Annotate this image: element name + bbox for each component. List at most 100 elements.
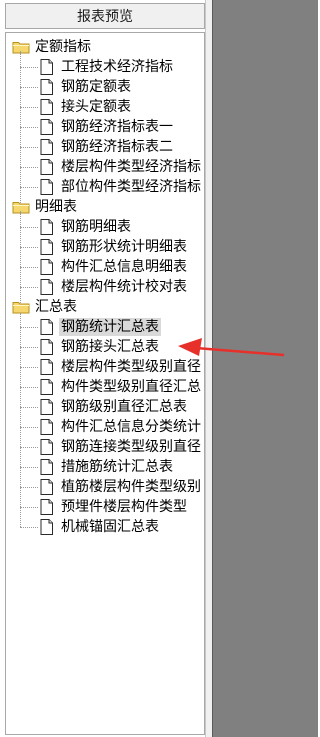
- tree-connector: [20, 447, 38, 448]
- tree-connector: [20, 487, 38, 488]
- tree-item[interactable]: 钢筋统计汇总表: [40, 317, 161, 337]
- document-icon: [40, 359, 53, 375]
- document-icon: [40, 499, 53, 515]
- tree-item-label: 构件类型级别直径汇总: [61, 379, 201, 395]
- tree-item[interactable]: 构件类型级别直径汇总: [40, 377, 203, 397]
- tree-connector: [20, 407, 38, 408]
- tree-item-label: 钢筋经济指标表二: [61, 139, 173, 155]
- tree-item-label: 钢筋连接类型级别直径: [61, 439, 201, 455]
- tree-item[interactable]: 钢筋经济指标表一: [40, 117, 175, 137]
- tree-item-label: 机械锚固汇总表: [61, 519, 159, 535]
- tree-folder-label: 定额指标: [35, 39, 91, 55]
- tree-item-label: 预埋件楼层构件类型: [61, 499, 187, 515]
- tree-item-label: 部位构件类型经济指标: [61, 179, 201, 195]
- document-icon: [40, 519, 53, 535]
- tree-connector: [20, 227, 38, 228]
- tree-connector: [20, 327, 38, 328]
- tree-folder[interactable]: 定额指标: [12, 37, 93, 57]
- tree-item-label: 钢筋经济指标表一: [61, 119, 173, 135]
- document-icon: [40, 439, 53, 455]
- tree-connector: [20, 313, 21, 527]
- tree-item[interactable]: 楼层构件类型经济指标: [40, 157, 203, 177]
- tree-folder-label: 汇总表: [35, 299, 77, 315]
- tree-connector: [20, 147, 38, 148]
- tree-item-label: 楼层构件类型经济指标: [61, 159, 201, 175]
- tree-item[interactable]: 楼层构件类型级别直径: [40, 357, 203, 377]
- tree-connector: [20, 127, 38, 128]
- document-icon: [40, 279, 53, 295]
- tree-connector: [20, 347, 38, 348]
- tree-connector: [20, 527, 38, 528]
- document-icon: [40, 459, 53, 475]
- tree-connector: [20, 211, 21, 305]
- tree-item-label: 钢筋级别直径汇总表: [61, 399, 187, 415]
- tree-item[interactable]: 钢筋级别直径汇总表: [40, 397, 189, 417]
- tree-item-label: 钢筋明细表: [61, 219, 131, 235]
- report-preview-area: [212, 0, 318, 737]
- panel-title: 报表预览: [5, 3, 205, 29]
- tree-folder[interactable]: 汇总表: [12, 297, 79, 317]
- folder-icon: [12, 202, 30, 214]
- tree-connector: [20, 427, 38, 428]
- tree-connector: [20, 387, 38, 388]
- document-icon: [40, 79, 53, 95]
- tree-item[interactable]: 钢筋形状统计明细表: [40, 237, 189, 257]
- tree-item[interactable]: 措施筋统计汇总表: [40, 457, 175, 477]
- tree-item-label: 工程技术经济指标: [61, 59, 173, 75]
- tree-connector: [20, 287, 38, 288]
- folder-icon: [12, 302, 30, 314]
- report-preview-panel: 报表预览 定额指标工程技术经济指标 钢筋定额表接头定额表钢筋经济指标表一 钢筋经济指…: [0, 0, 212, 737]
- document-icon: [40, 139, 53, 155]
- tree-item-label: 楼层构件统计校对表: [61, 279, 187, 295]
- tree-item[interactable]: 构件汇总信息分类统计: [40, 417, 203, 437]
- tree-item-label: 钢筋定额表: [61, 79, 131, 95]
- document-icon: [40, 59, 53, 75]
- document-icon: [40, 259, 53, 275]
- document-icon: [40, 319, 53, 335]
- tree-item[interactable]: 预埋件楼层构件类型: [40, 497, 189, 517]
- document-icon: [40, 419, 53, 435]
- document-icon: [40, 239, 53, 255]
- tree-connector: [20, 247, 38, 248]
- tree-connector: [20, 167, 38, 168]
- tree-connector: [20, 507, 38, 508]
- document-icon: [40, 179, 53, 195]
- tree-item[interactable]: 部位构件类型经济指标: [40, 177, 203, 197]
- document-icon: [40, 339, 53, 355]
- tree-item[interactable]: 钢筋明细表: [40, 217, 133, 237]
- tree-item[interactable]: 构件汇总信息明细表: [40, 257, 189, 277]
- tree-item-label: 措施筋统计汇总表: [61, 459, 173, 475]
- tree-item[interactable]: 钢筋定额表: [40, 77, 133, 97]
- tree-item[interactable]: 钢筋接头汇总表: [40, 337, 161, 357]
- tree-item[interactable]: 机械锚固汇总表: [40, 517, 161, 537]
- document-icon: [40, 399, 53, 415]
- panel-splitter[interactable]: [205, 0, 212, 737]
- tree-connector: [20, 67, 38, 68]
- tree-folder-label: 明细表: [35, 199, 77, 215]
- tree-connector: [20, 367, 38, 368]
- report-tree[interactable]: 定额指标 工程技术经济指标 钢筋定额表 接头定额表 钢筋经济指标表一 钢筋经济指标表二 楼层…: [5, 32, 205, 735]
- tree-item[interactable]: 钢筋经济指标表二: [40, 137, 175, 157]
- tree-connector: [20, 87, 38, 88]
- document-icon: [40, 219, 53, 235]
- tree-item-label: 楼层构件类型级别直径: [61, 359, 201, 375]
- tree-connector: [20, 107, 38, 108]
- document-icon: [40, 159, 53, 175]
- tree-item[interactable]: 工程技术经济指标: [40, 57, 175, 77]
- document-icon: [40, 119, 53, 135]
- tree-item[interactable]: 楼层构件统计校对表: [40, 277, 189, 297]
- tree-item[interactable]: 植筋楼层构件类型级别: [40, 477, 203, 497]
- tree-item-label: 植筋楼层构件类型级别: [61, 479, 201, 495]
- tree-connector: [20, 467, 38, 468]
- tree-item-label: 钢筋接头汇总表: [61, 339, 159, 355]
- document-icon: [40, 479, 53, 495]
- tree-item-label: 构件汇总信息明细表: [61, 259, 187, 275]
- tree-folder[interactable]: 明细表: [12, 197, 79, 217]
- folder-icon: [12, 42, 30, 54]
- tree-item[interactable]: 钢筋连接类型级别直径: [40, 437, 203, 457]
- tree-connector: [20, 51, 21, 205]
- document-icon: [40, 379, 53, 395]
- tree-connector: [20, 187, 38, 188]
- tree-item[interactable]: 接头定额表: [40, 97, 133, 117]
- tree-item-label: 构件汇总信息分类统计: [61, 419, 201, 435]
